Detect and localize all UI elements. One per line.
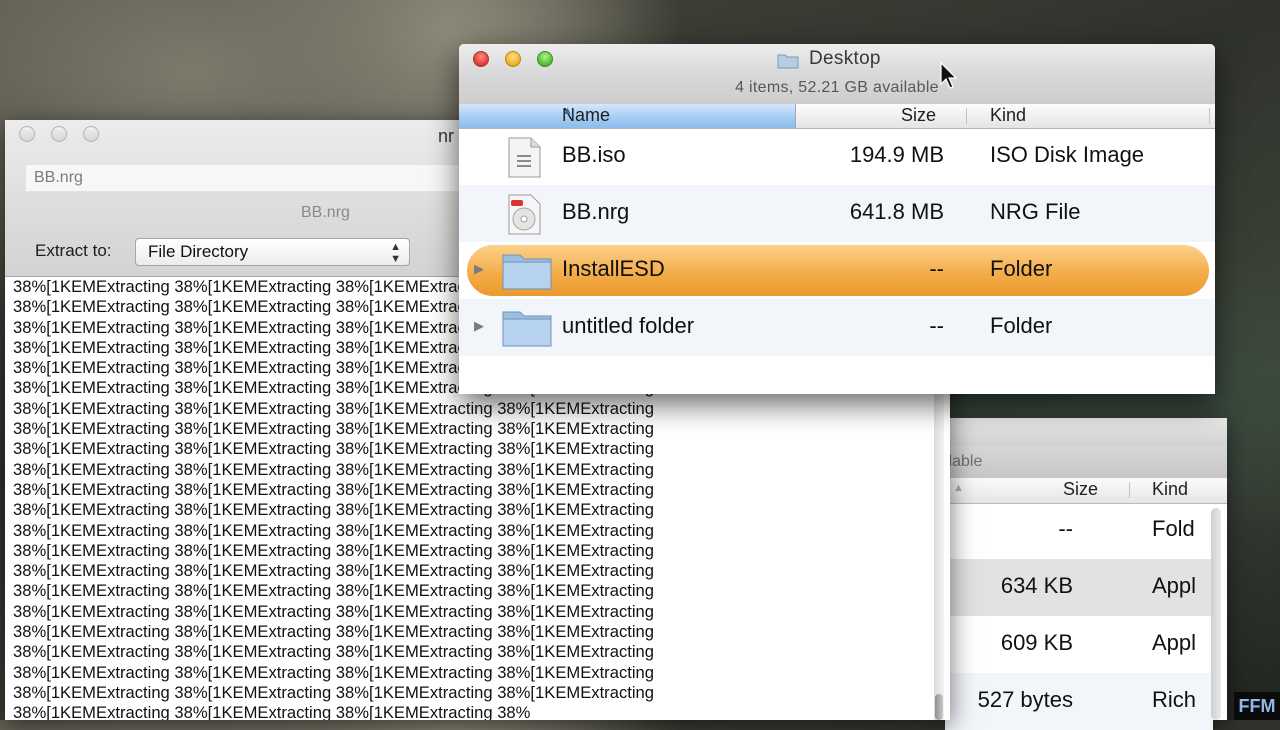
file-size: 194.9 MB	[849, 142, 944, 167]
log-line: 38%[1KEMExtracting 38%[1KEMExtracting 38…	[13, 642, 654, 662]
background-finder-window[interactable]: ilable ▲ Size Kind -- Fold 634 KB Appl 6…	[945, 418, 1227, 730]
table-row-selected[interactable]: ▶ InstallESD -- Folder	[459, 242, 1215, 299]
log-line: 38%[1KEMExtracting 38%[1KEMExtracting 38…	[13, 500, 654, 520]
extract-destination-select[interactable]: File Directory ▲ ▼	[135, 238, 410, 266]
close-button[interactable]	[473, 51, 489, 67]
file-kind: NRG File	[990, 199, 1081, 224]
file-name: untitled folder	[562, 313, 695, 338]
minimize-button[interactable]	[505, 51, 521, 67]
table-row[interactable]: ▶ untitled folder -- Folder	[459, 299, 1215, 356]
sort-indicator-icon: ▲	[953, 482, 964, 494]
zoom-button[interactable]	[537, 51, 553, 67]
zoom-button[interactable]	[83, 126, 99, 142]
kind-column-header[interactable]: Kind	[1152, 479, 1188, 500]
extract-destination-value: File Directory	[148, 242, 249, 261]
extract-to-label: Extract to:	[35, 241, 112, 260]
log-line: 38%[1KEMExtracting 38%[1KEMExtracting 38…	[13, 540, 654, 560]
mouse-pointer-icon	[940, 62, 958, 89]
file-size: 634 KB	[1000, 573, 1073, 598]
window-title: Desktop	[809, 48, 881, 69]
column-separator	[1209, 108, 1210, 124]
list-item[interactable]: 609 KB Appl	[945, 616, 1213, 673]
file-size: 527 bytes	[977, 687, 1073, 712]
watermark-logo: FFM	[1234, 692, 1280, 720]
select-arrows-icon: ▲ ▼	[390, 241, 401, 265]
file-size: --	[1058, 516, 1073, 541]
log-line: 38%[1KEMExtracting 38%[1KEMExtracting 38…	[13, 662, 654, 682]
log-line: 38%[1KEMExtracting 38%[1KEMExtracting 38…	[13, 682, 654, 702]
log-line: 38%[1KEMExtracting 38%[1KEMExtracting 38…	[13, 439, 654, 459]
list-item[interactable]: -- Fold	[945, 502, 1213, 559]
table-row[interactable]: BB.iso 194.9 MB ISO Disk Image	[459, 128, 1215, 185]
log-line: 38%[1KEMExtracting 38%[1KEMExtracting 38…	[13, 581, 654, 601]
file-size: 609 KB	[1000, 630, 1073, 655]
log-line: 38%[1KEMExtracting 38%[1KEMExtracting 38…	[13, 479, 654, 499]
log-line: 38%[1KEMExtracting 38%[1KEMExtracting 38…	[13, 459, 654, 479]
column-separator	[966, 108, 967, 124]
log-line: 38%[1KEMExtracting 38%[1KEMExtracting 38…	[13, 419, 654, 439]
file-name: BB.nrg	[562, 199, 630, 224]
close-button[interactable]	[19, 126, 35, 142]
log-line: 38%[1KEMExtracting 38%[1KEMExtracting 38…	[13, 398, 654, 418]
folder-icon	[502, 254, 552, 290]
file-kind: Fold	[1152, 516, 1195, 541]
log-line: 38%[1KEMExtracting 38%[1KEMExtracting 38…	[13, 561, 654, 581]
disclosure-triangle-icon[interactable]: ▶	[474, 318, 484, 334]
list-item[interactable]: 527 bytes Rich	[945, 673, 1213, 730]
column-header: Name ▲ Size Kind	[459, 104, 1215, 129]
background-finder-column-header[interactable]: ▲ Size Kind	[945, 478, 1227, 504]
kind-column-header[interactable]: Kind	[990, 105, 1026, 126]
minimize-button[interactable]	[51, 126, 67, 142]
finder-status-text: 4 items, 52.21 GB available	[735, 79, 939, 96]
file-kind: Rich	[1152, 687, 1197, 712]
log-line: 38%[1KEMExtracting 38%[1KEMExtracting 38…	[13, 601, 654, 621]
scrollbar-thumb[interactable]	[935, 694, 943, 720]
background-finder-status-text: ilable	[945, 453, 983, 470]
iso-file-icon	[508, 137, 541, 178]
file-kind: Appl	[1152, 630, 1197, 655]
file-name: BB.iso	[562, 142, 626, 167]
finder-titlebar[interactable]: Desktop 4 items, 52.21 GB available	[459, 44, 1215, 105]
disclosure-triangle-icon[interactable]: ▶	[474, 261, 484, 277]
folder-icon	[502, 311, 552, 347]
file-kind: Appl	[1152, 573, 1197, 598]
file-size: 641.8 MB	[849, 199, 944, 224]
finder-window-desktop[interactable]: Desktop 4 items, 52.21 GB available Name…	[459, 44, 1215, 394]
name-column-header[interactable]: Name ▲	[459, 104, 796, 128]
size-column-header[interactable]: Size	[1063, 479, 1098, 500]
sort-ascending-icon: ▲	[562, 105, 573, 117]
nrg-file-icon	[508, 194, 541, 235]
folder-icon	[777, 54, 799, 69]
list-item[interactable]: 634 KB Appl	[945, 559, 1213, 616]
background-finder-statusbar: ilable	[945, 446, 1227, 478]
size-column-header[interactable]: Size	[901, 105, 936, 126]
file-kind: Folder	[990, 256, 1053, 281]
log-line: 38%[1KEMExtracting 38%[1KEMExtracting 38…	[13, 622, 654, 642]
table-row[interactable]: BB.nrg 641.8 MB NRG File	[459, 185, 1215, 242]
file-kind: Folder	[990, 313, 1053, 338]
file-size: --	[929, 313, 944, 338]
window-title: nr	[438, 126, 455, 146]
file-kind: ISO Disk Image	[990, 142, 1145, 167]
column-separator	[1129, 482, 1130, 498]
log-line: 38%[1KEMExtracting 38%[1KEMExtracting 38…	[13, 703, 531, 720]
background-finder-titlebar[interactable]	[945, 418, 1227, 446]
vertical-scrollbar[interactable]	[1211, 508, 1221, 720]
log-line: 38%[1KEMExtracting 38%[1KEMExtracting 38…	[13, 520, 654, 540]
archive-name-label: BB.nrg	[301, 204, 350, 221]
file-size: --	[929, 256, 944, 281]
file-name: InstallESD	[562, 256, 665, 281]
